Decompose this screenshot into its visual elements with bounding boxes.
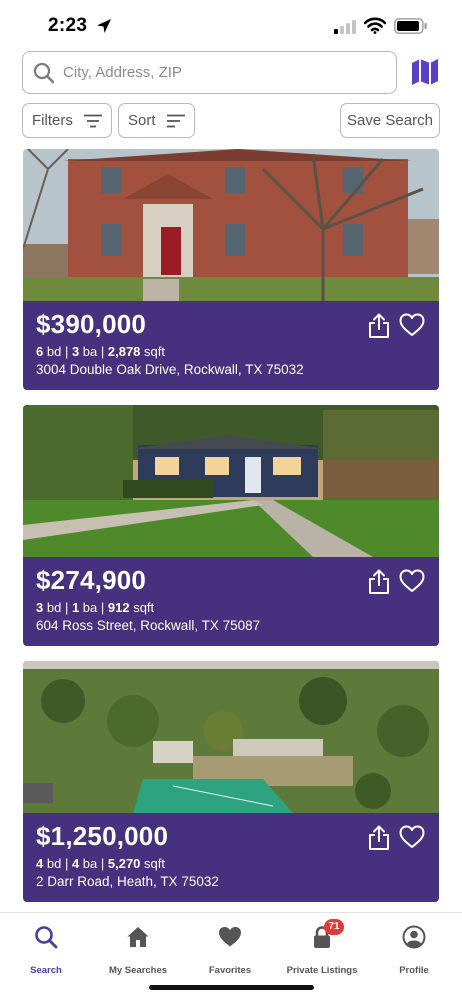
home-indicator[interactable] <box>149 985 314 990</box>
wifi-icon <box>364 17 386 34</box>
search-icon <box>35 926 58 949</box>
beds-unit: bd <box>46 600 62 615</box>
listing-price: $390,000 <box>36 309 147 339</box>
status-time: 2:23 <box>48 15 88 36</box>
listing-card[interactable]: $274,900 3 bd | 1 ba | 912 sqft 604 Ross… <box>23 405 439 646</box>
listing-specs: 4 bd | 4 ba | 5,270 sqft <box>36 856 166 871</box>
listing-beds: 4 <box>36 856 44 871</box>
search-icon <box>33 62 55 84</box>
listing-price: $1,250,000 <box>36 821 169 851</box>
listing-baths: 1 <box>71 600 80 615</box>
sqft-unit: sqft <box>144 856 166 871</box>
tab-label: Favorites <box>208 965 252 976</box>
heart-icon <box>219 927 241 947</box>
listing-specs: 3 bd | 1 ba | 912 sqft <box>36 600 155 615</box>
tab-label: Search <box>30 965 62 976</box>
save-search-label: Save Search <box>347 112 433 129</box>
notification-badge: 71 <box>324 919 344 935</box>
sort-label: Sort <box>128 112 156 129</box>
listing-beds: 6 <box>36 344 44 359</box>
beds-unit: bd <box>46 344 62 359</box>
listing-card[interactable]: $390,000 6 bd | 3 ba | 2,878 sqft 3004 D… <box>23 149 439 390</box>
tab-label: My Searches <box>108 965 168 976</box>
favorite-heart-icon[interactable] <box>399 313 425 337</box>
listing-info: $274,900 3 bd | 1 ba | 912 sqft 604 Ross… <box>23 557 439 646</box>
listing-card[interactable]: $1,250,000 4 bd | 4 ba | 5,270 sqft 2 Da… <box>23 661 439 902</box>
listing-specs: 6 bd | 3 ba | 2,878 sqft <box>36 344 166 359</box>
tab-private-listings[interactable]: 71 Private Listings <box>276 919 368 977</box>
baths-unit: ba <box>82 600 98 615</box>
listing-baths: 3 <box>71 344 80 359</box>
search-box[interactable] <box>22 51 397 94</box>
listing-photo[interactable] <box>23 661 439 813</box>
battery-icon <box>394 18 427 34</box>
save-search-button[interactable]: Save Search <box>340 103 440 138</box>
sort-button[interactable]: Sort <box>118 103 195 138</box>
favorite-heart-icon[interactable] <box>399 569 425 593</box>
listing-price: $274,900 <box>36 565 147 595</box>
beds-unit: bd <box>46 856 62 871</box>
tab-label: Profile <box>399 965 429 976</box>
filters-button[interactable]: Filters <box>22 103 112 138</box>
sqft-unit: sqft <box>144 344 166 359</box>
listing-address: 604 Ross Street, Rockwall, TX 75087 <box>36 618 261 633</box>
filters-label: Filters <box>32 112 73 129</box>
listing-sqft: 912 <box>107 600 130 615</box>
listing-address: 2 Darr Road, Heath, TX 75032 <box>36 874 219 889</box>
share-icon[interactable] <box>367 313 391 339</box>
sort-lines-icon <box>167 114 185 128</box>
listing-info: $1,250,000 4 bd | 4 ba | 5,270 sqft 2 Da… <box>23 813 439 902</box>
share-icon[interactable] <box>367 569 391 595</box>
listing-info: $390,000 6 bd | 3 ba | 2,878 sqft 3004 D… <box>23 301 439 390</box>
listing-beds: 3 <box>36 600 44 615</box>
baths-unit: ba <box>82 344 98 359</box>
share-icon[interactable] <box>367 825 391 851</box>
listing-sqft: 5,270 <box>107 856 141 871</box>
person-icon <box>402 925 426 949</box>
listing-photo[interactable] <box>23 149 439 301</box>
tab-favorites[interactable]: Favorites <box>184 921 276 977</box>
filter-lines-icon <box>84 114 102 128</box>
listing-address: 3004 Double Oak Drive, Rockwall, TX 7503… <box>36 362 304 377</box>
listing-sqft: 2,878 <box>107 344 141 359</box>
search-input[interactable] <box>63 52 383 93</box>
sqft-unit: sqft <box>133 600 155 615</box>
house-icon <box>127 927 149 947</box>
location-arrow-icon <box>97 19 111 33</box>
tab-profile[interactable]: Profile <box>368 921 460 977</box>
status-bar: 2:23 <box>0 0 462 50</box>
tab-my-searches[interactable]: My Searches <box>92 921 184 977</box>
listing-photo[interactable] <box>23 405 439 557</box>
baths-unit: ba <box>82 856 98 871</box>
tab-label: Private Listings <box>286 965 358 976</box>
favorite-heart-icon[interactable] <box>399 825 425 849</box>
tab-search[interactable]: Search <box>0 921 92 977</box>
listing-baths: 4 <box>71 856 80 871</box>
map-icon[interactable] <box>409 56 441 88</box>
cellular-signal-icon <box>334 20 356 34</box>
